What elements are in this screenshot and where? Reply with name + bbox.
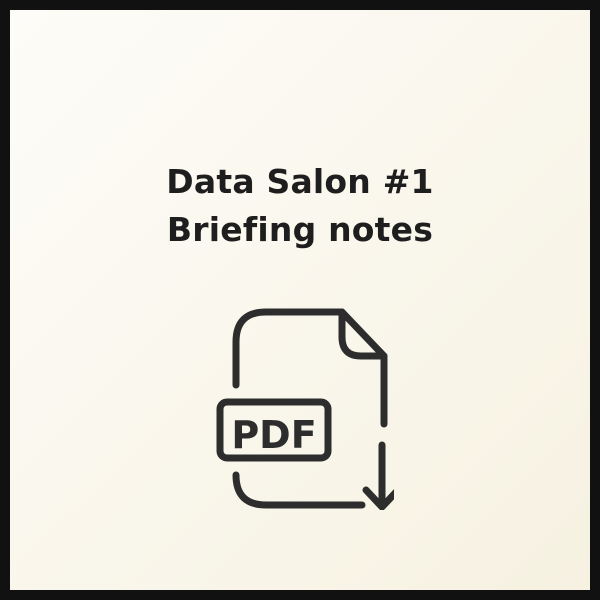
document-outline: [232, 308, 388, 428]
document-bottom: [232, 471, 366, 509]
title-line-1: Data Salon #1: [166, 162, 434, 201]
title-line-2: Briefing notes: [166, 210, 434, 249]
pdf-download-icon-graphic: PDF: [216, 308, 402, 511]
pdf-download-icon[interactable]: PDF: [206, 298, 402, 511]
card-title: Data Salon #1 Briefing notes: [10, 158, 590, 254]
pdf-label: PDF: [231, 413, 316, 457]
briefing-notes-card[interactable]: Data Salon #1 Briefing notes PDF: [0, 0, 600, 600]
